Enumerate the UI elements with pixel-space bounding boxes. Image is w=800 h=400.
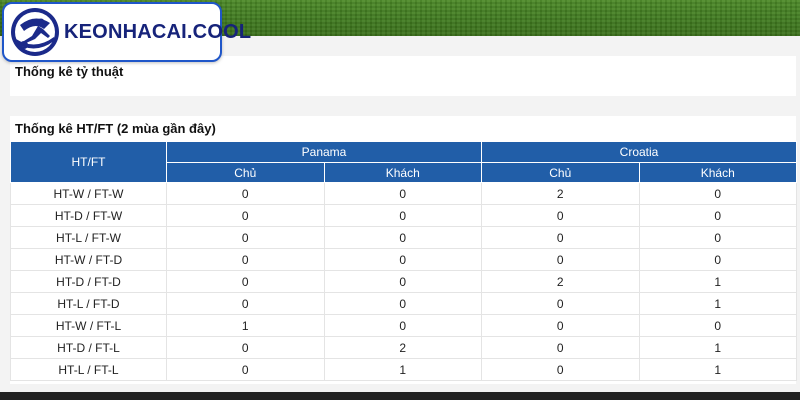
row-label: HT-D / FT-L — [10, 336, 167, 359]
table-cell: 0 — [166, 182, 325, 205]
table-cell: 0 — [639, 248, 798, 271]
site-logo[interactable]: KEONHACAI.COOL — [2, 2, 251, 62]
htft-stats-title: Thống kê HT/FT (2 mùa gần đây) — [15, 121, 216, 136]
row-label: HT-L / FT-L — [10, 358, 167, 381]
table-row: HT-L / FT-L 0 1 0 1 — [10, 358, 798, 381]
table-row: HT-W / FT-W 0 0 2 0 — [10, 182, 798, 205]
table-cell: 0 — [166, 248, 325, 271]
logo-brand-text: KEONHACAI.COOL — [64, 20, 252, 43]
table-cell: 0 — [324, 270, 483, 293]
table-cell: 0 — [166, 226, 325, 249]
team-b-header: Croatia — [481, 141, 798, 163]
table-cell: 0 — [324, 314, 483, 337]
table-cell: 2 — [481, 182, 640, 205]
table-cell: 0 — [481, 292, 640, 315]
row-label: HT-D / FT-W — [10, 204, 167, 227]
team-b-away-header: Khách — [638, 162, 798, 183]
team-b-home-header: Chủ — [481, 162, 640, 183]
table-cell: 0 — [639, 182, 798, 205]
table-row: HT-D / FT-W 0 0 0 0 — [10, 204, 798, 227]
table-cell: 0 — [481, 358, 640, 381]
table-cell: 0 — [481, 314, 640, 337]
soccer-player-icon — [11, 8, 59, 56]
table-cell: 0 — [166, 336, 325, 359]
table-cell: 1 — [166, 314, 325, 337]
table-cell: 0 — [324, 292, 483, 315]
bottom-bar — [0, 392, 800, 400]
team-a-away-header: Khách — [323, 162, 483, 183]
row-label: HT-W / FT-D — [10, 248, 167, 271]
htft-stats-card: Thống kê HT/FT (2 mùa gần đây) HT/FT Pan… — [10, 116, 798, 384]
table-row: HT-L / FT-D 0 0 0 1 — [10, 292, 798, 315]
htft-column-header: HT/FT — [10, 141, 167, 183]
table-cell: 0 — [166, 270, 325, 293]
table-cell: 1 — [324, 358, 483, 381]
row-label: HT-W / FT-L — [10, 314, 167, 337]
table-cell: 1 — [639, 336, 798, 359]
table-cell: 0 — [324, 248, 483, 271]
row-label: HT-D / FT-D — [10, 270, 167, 293]
table-cell: 0 — [481, 226, 640, 249]
row-label: HT-L / FT-W — [10, 226, 167, 249]
table-cell: 0 — [639, 226, 798, 249]
table-row: HT-W / FT-L 1 0 0 0 — [10, 314, 798, 337]
row-label: HT-L / FT-D — [10, 292, 167, 315]
table-cell: 2 — [324, 336, 483, 359]
table-cell: 2 — [481, 270, 640, 293]
table-cell: 0 — [166, 358, 325, 381]
htft-table: HT/FT Panama Croatia Chủ Khách Chủ Khách… — [10, 141, 798, 381]
table-row: HT-D / FT-D 0 0 2 1 — [10, 270, 798, 293]
table-cell: 0 — [639, 204, 798, 227]
table-cell: 1 — [639, 292, 798, 315]
odds-stats-title: Thống kê tỷ thuật — [15, 64, 124, 79]
odds-stats-card: Thống kê tỷ thuật — [10, 56, 796, 96]
table-cell: 0 — [166, 204, 325, 227]
team-a-header: Panama — [165, 141, 483, 163]
table-row: HT-D / FT-L 0 2 0 1 — [10, 336, 798, 359]
table-cell: 0 — [324, 182, 483, 205]
table-cell: 0 — [639, 314, 798, 337]
team-a-home-header: Chủ — [166, 162, 325, 183]
table-cell: 1 — [639, 270, 798, 293]
table-row: HT-W / FT-D 0 0 0 0 — [10, 248, 798, 271]
row-label: HT-W / FT-W — [10, 182, 167, 205]
table-cell: 0 — [324, 226, 483, 249]
table-cell: 0 — [166, 292, 325, 315]
table-cell: 0 — [481, 248, 640, 271]
table-cell: 0 — [324, 204, 483, 227]
table-row: HT-L / FT-W 0 0 0 0 — [10, 226, 798, 249]
table-cell: 0 — [481, 336, 640, 359]
table-cell: 0 — [481, 204, 640, 227]
table-cell: 1 — [639, 358, 798, 381]
